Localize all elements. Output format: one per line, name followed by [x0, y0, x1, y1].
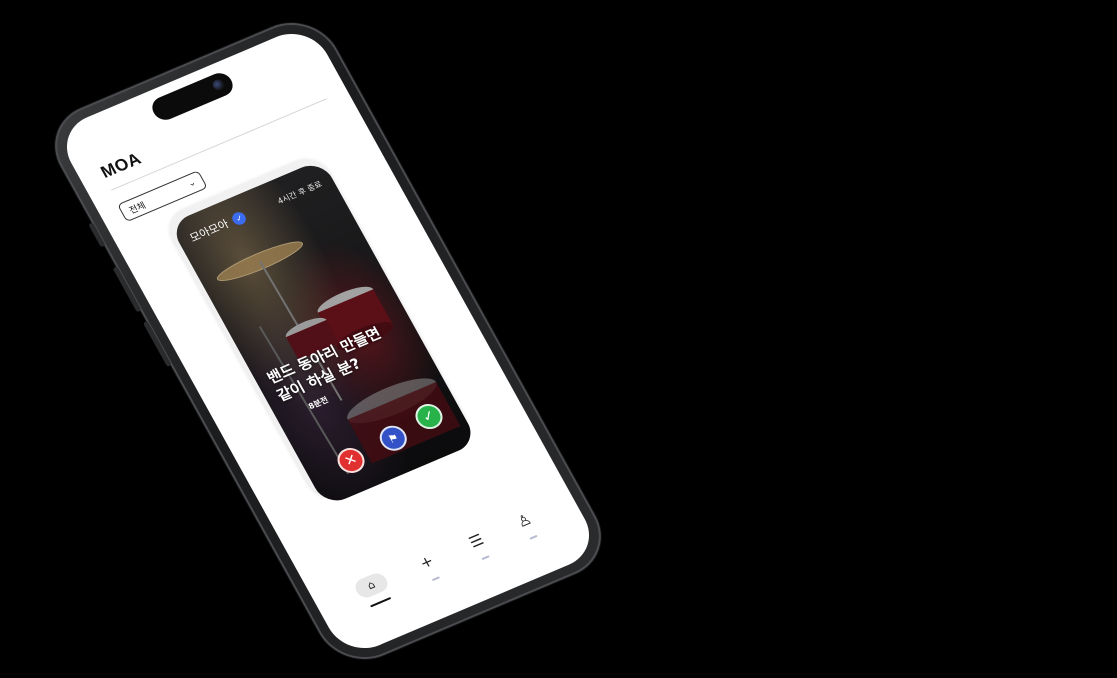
mockup-scene: MOA 전체 ⌄ 모아모아 ✓ 4시간 후 종료 밴드 동아리 만들면 같이 하… [0, 0, 1117, 678]
nav-item-list[interactable]: ☰ [453, 524, 509, 575]
user-icon: ♙ [513, 510, 535, 532]
phone-screen: MOA 전체 ⌄ 모아모아 ✓ 4시간 후 종료 밴드 동아리 만들면 같이 하… [53, 22, 603, 660]
bottom-nav: ⌂ + ☰ ♙ [306, 478, 591, 639]
chevron-down-icon: ⌄ [186, 177, 199, 190]
plus-icon: + [416, 551, 437, 573]
nav-item-create[interactable]: + [403, 545, 459, 596]
nav-item-profile[interactable]: ♙ [501, 504, 557, 555]
nav-item-home[interactable]: ⌂ [348, 569, 404, 620]
check-icon: ✓ [419, 407, 439, 426]
home-icon: ⌂ [351, 570, 392, 601]
nav-indicator [529, 534, 538, 540]
verified-badge-icon: ✓ [230, 209, 249, 227]
camera-lens [210, 77, 227, 92]
nav-active-indicator [370, 597, 392, 608]
list-check-icon: ☰ [465, 530, 487, 552]
close-icon: ✕ [341, 451, 361, 470]
nav-indicator [431, 576, 441, 582]
post-card[interactable]: 모아모아 ✓ 4시간 후 종료 밴드 동아리 만들면 같이 하실 분? 8분전 … [168, 159, 479, 508]
phone-mockup: MOA 전체 ⌄ 모아모아 ✓ 4시간 후 종료 밴드 동아리 만들면 같이 하… [38, 8, 618, 674]
nav-indicator [481, 555, 490, 561]
flag-icon: ⚑ [385, 430, 401, 446]
category-filter-value: 전체 [127, 200, 148, 216]
